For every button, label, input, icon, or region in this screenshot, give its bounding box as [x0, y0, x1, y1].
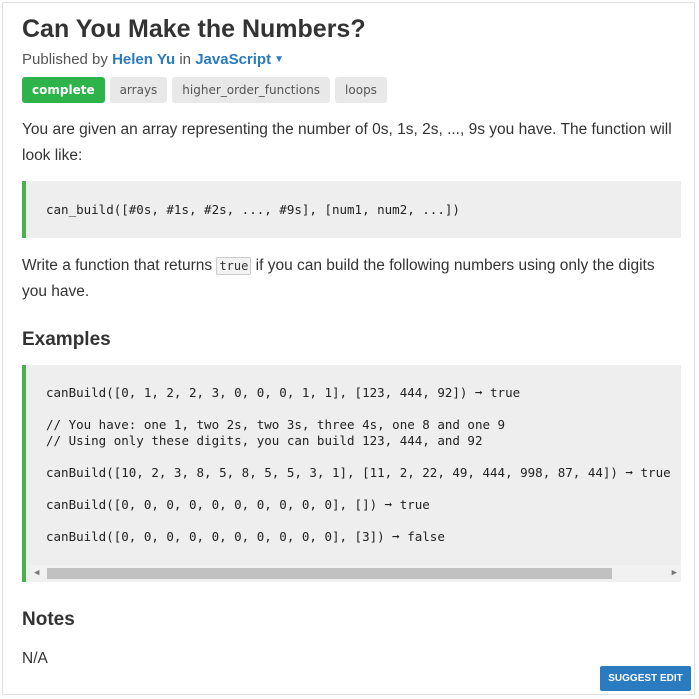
- challenge-title: Can You Make the Numbers?: [22, 15, 366, 43]
- language-link[interactable]: JavaScript: [195, 51, 271, 68]
- tag-loops[interactable]: loops: [335, 77, 387, 103]
- in-word: in: [179, 51, 192, 68]
- tag-complete[interactable]: complete: [22, 77, 105, 103]
- example-line: canBuild([0, 1, 2, 2, 3, 0, 0, 0, 1, 1],…: [46, 385, 521, 400]
- examples-code-block[interactable]: canBuild([0, 1, 2, 2, 3, 0, 0, 0, 1, 1],…: [22, 365, 681, 582]
- caret-down-icon[interactable]: ▼: [274, 54, 284, 65]
- example-line: canBuild([0, 0, 0, 0, 0, 0, 0, 0, 0, 0],…: [46, 529, 445, 544]
- tag-higher-order-functions[interactable]: higher_order_functions: [172, 77, 331, 103]
- example-comment-line: // You have: one 1, two 2s, two 3s, thre…: [46, 417, 506, 432]
- horizontal-scrollbar[interactable]: ◀ ▶: [30, 565, 681, 582]
- author-link[interactable]: Helen Yu: [112, 51, 175, 68]
- example-line: canBuild([0, 0, 0, 0, 0, 0, 0, 0, 0, 0],…: [46, 497, 430, 512]
- challenge-panel: Can You Make the Numbers? Published by H…: [2, 2, 695, 695]
- tag-list: complete arrays higher_order_functions l…: [22, 77, 387, 103]
- notes-heading: Notes: [22, 609, 75, 630]
- scroll-right-arrow-icon[interactable]: ▶: [672, 567, 677, 580]
- scrollbar-thumb[interactable]: [47, 568, 612, 579]
- byline: Published by Helen Yu in JavaScript ▼: [22, 51, 284, 68]
- signature-code-block: can_build([#0s, #1s, #2s, ..., #9s], [nu…: [22, 181, 681, 238]
- example-line: canBuild([10, 2, 3, 8, 5, 8, 5, 5, 3, 1]…: [46, 465, 671, 480]
- signature-code: can_build([#0s, #1s, #2s, ..., #9s], [nu…: [46, 202, 460, 217]
- tag-arrays[interactable]: arrays: [109, 77, 168, 103]
- task-text-before: Write a function that returns: [22, 257, 213, 274]
- notes-text: N/A: [22, 650, 48, 667]
- published-prefix: Published by: [22, 51, 108, 68]
- suggest-edit-button[interactable]: SUGGEST EDIT: [600, 666, 691, 691]
- description-intro: You are given an array representing the …: [22, 121, 672, 164]
- scroll-left-arrow-icon[interactable]: ◀: [34, 567, 39, 580]
- example-comment-line: // Using only these digits, you can buil…: [46, 433, 483, 448]
- description-task: Write a function that returns true if yo…: [22, 253, 672, 305]
- inline-code-true: true: [216, 257, 252, 275]
- examples-heading: Examples: [22, 329, 111, 350]
